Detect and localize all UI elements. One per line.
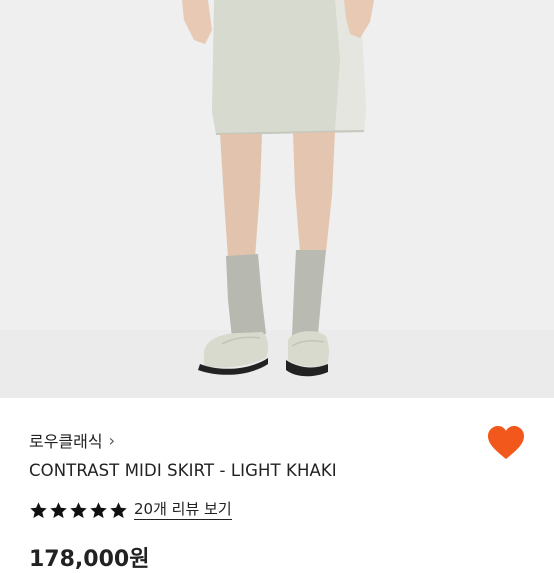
rating-row: 20개 리뷰 보기 <box>29 500 232 520</box>
heart-icon[interactable] <box>487 425 525 461</box>
review-link[interactable]: 20개 리뷰 보기 <box>134 500 232 520</box>
price: 178,000원 <box>29 547 150 572</box>
star-icon <box>70 501 87 518</box>
product-title: CONTRAST MIDI SKIRT - LIGHT KHAKI <box>29 461 337 480</box>
star-icon <box>110 501 127 518</box>
star-icon <box>90 501 107 518</box>
star-icon <box>50 501 67 518</box>
brand-link[interactable]: 로우클래식 › <box>29 428 115 452</box>
brand-name: 로우클래식 <box>29 432 103 451</box>
product-photo-illustration <box>0 0 554 398</box>
star-icon <box>30 501 47 518</box>
chevron-right-icon: › <box>108 430 116 450</box>
rating-stars <box>29 501 128 520</box>
product-image[interactable] <box>0 0 554 398</box>
